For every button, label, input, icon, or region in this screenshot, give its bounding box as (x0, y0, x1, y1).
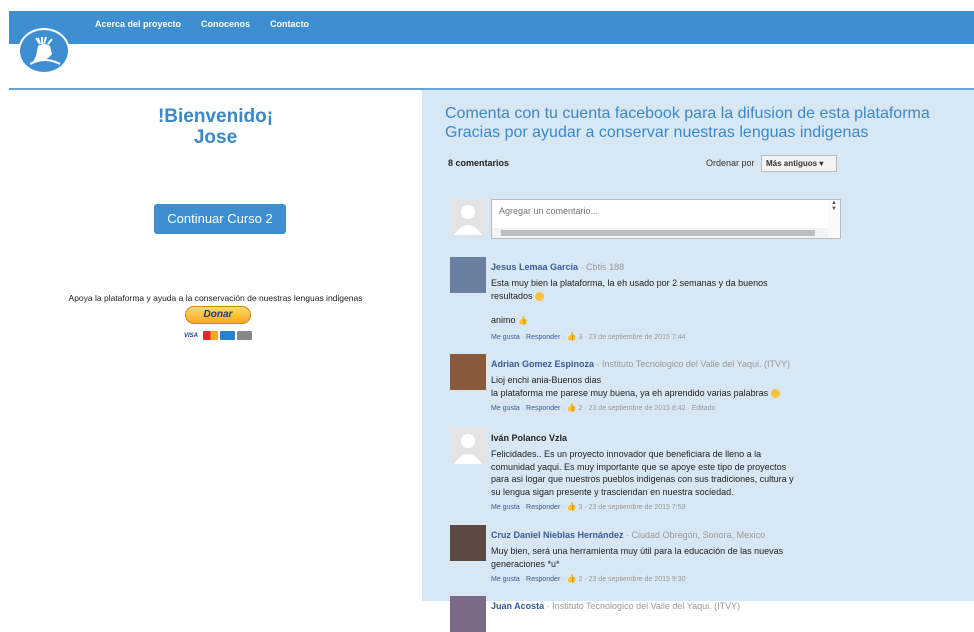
comment-prompt: Comenta con tu cuenta facebook para la d… (445, 104, 930, 142)
comment-line: la plataforma me parese muy buena, ya eh… (491, 387, 769, 398)
like-count: 2 (578, 576, 583, 583)
smile-emoji-icon (770, 388, 780, 398)
like-link[interactable]: Me gusta (491, 576, 520, 583)
comment-prompt-line2: Gracias por ayudar a conservar nuestras … (445, 124, 869, 141)
vertical-scrollbar[interactable]: ▲ ▼ (828, 200, 840, 238)
payment-cards: VISA (184, 331, 253, 340)
commenter-avatar[interactable] (450, 257, 486, 293)
nav-about-link[interactable]: Acerca del proyecto (95, 19, 181, 29)
site-logo[interactable] (18, 28, 70, 74)
comment-input[interactable] (492, 200, 828, 227)
nav-team-link[interactable]: Conocenos (201, 19, 250, 29)
horizontal-scrollbar[interactable] (492, 228, 828, 238)
edited-label: · Editado (685, 405, 716, 412)
like-link[interactable]: Me gusta (491, 334, 520, 341)
like-count: 2 (578, 405, 583, 412)
comment-compose-box: ▲▼ (491, 199, 841, 239)
comment-line: su lengua sigan presente y trasciendan e… (491, 486, 734, 497)
comment-line: Muy bien, será una herramienta muy útil … (491, 546, 784, 556)
reply-link[interactable]: Responder (526, 405, 560, 412)
comment-line: resultados (491, 290, 533, 301)
comment-author[interactable]: Juan Acosta (491, 601, 544, 611)
reply-link[interactable]: Responder (526, 504, 560, 511)
comment-meta: Me gusta · Responder · 👍 3 · 23 de septi… (491, 331, 686, 341)
deer-icon (29, 36, 61, 65)
comment-meta: Me gusta · Responder · 👍 2 · 23 de septi… (491, 403, 716, 412)
comment-affiliation: · Ciudad Obregón, Sonora, Mexico (623, 530, 766, 540)
comment-author[interactable]: Cruz Daniel Nieblas Hernández (491, 530, 624, 540)
comment-author[interactable]: Adrian Gomez Espinoza (491, 359, 594, 369)
comment-text: Felicidades.. Es un proyecto innovador q… (491, 448, 846, 498)
sort-dropdown[interactable]: Más antiguos ▾ (761, 155, 837, 172)
top-navbar: Acerca del proyecto Conocenos Contacto (9, 11, 974, 44)
like-count: 3 (578, 504, 583, 511)
mastercard-icon (203, 331, 219, 340)
comment-prompt-line1: Comenta con tu cuenta facebook para la d… (445, 105, 930, 122)
comment-line: para asi logar que nuestros pueblos indi… (491, 474, 794, 484)
nav-contact-link[interactable]: Contacto (270, 19, 309, 29)
comment-affiliation: · Cbtis 188 (578, 262, 625, 272)
comment-line: generaciones *u* (491, 558, 560, 569)
amex-icon (220, 331, 236, 340)
top-nav-links: Acerca del proyecto Conocenos Contacto (95, 19, 329, 29)
like-count-icon: 👍 (566, 502, 577, 511)
comment-line: Esta muy bien la plataforma, la eh usado… (491, 278, 768, 288)
comment-author[interactable]: Jesus Lemaa Garcia (491, 262, 578, 272)
like-link[interactable]: Me gusta (491, 405, 520, 412)
like-count: 3 (578, 333, 583, 341)
comment-affiliation: · Instituto Tecnologico del Valle del Ya… (594, 359, 790, 369)
like-count-icon: 👍 (566, 331, 577, 341)
default-avatar-icon (454, 205, 482, 235)
default-avatar-icon (454, 434, 482, 464)
welcome-panel: !Bienvenido¡ Jose Continuar Curso 2 Apoy… (9, 90, 422, 601)
welcome-heading: !Bienvenido¡ Jose (9, 106, 422, 148)
user-avatar (450, 199, 486, 235)
comment-date[interactable]: 23 de septiembre de 2015 7:53 (589, 504, 686, 511)
comment-text: Esta muy bien la plataforma, la eh usado… (491, 277, 846, 328)
commenter-avatar[interactable] (450, 525, 486, 561)
like-link[interactable]: Me gusta (491, 504, 520, 511)
commenter-avatar[interactable] (450, 596, 486, 632)
comment-text: Muy bien, será una herramienta muy útil … (491, 545, 846, 570)
user-name: Jose (193, 127, 238, 148)
comment-line: comunidad yaqui. Es muy importante que s… (491, 461, 787, 472)
card-icon (237, 331, 253, 340)
commenter-avatar[interactable] (450, 354, 486, 390)
reply-link[interactable]: Responder (526, 334, 560, 341)
welcome-title: !Bienvenido¡ (157, 106, 274, 127)
comment-date[interactable]: 23 de septiembre de 2015 9:30 (589, 576, 686, 583)
comment-text: Lioj enchi ania-Buenos dias la plataform… (491, 374, 846, 399)
like-count-icon: 👍 (566, 574, 577, 583)
comment-author[interactable]: Iván Polanco Vzla (491, 433, 567, 443)
visa-logo: VISA (184, 332, 199, 339)
comments-panel: Comenta con tu cuenta facebook para la d… (422, 90, 974, 632)
reply-link[interactable]: Responder (526, 576, 560, 583)
comment-date[interactable]: 23 de septiembre de 2015 8:42 (589, 405, 686, 412)
smile-emoji-icon (535, 291, 545, 301)
comment-line: animo (491, 315, 516, 325)
comment-meta: Me gusta · Responder · 👍 2 · 23 de septi… (491, 574, 686, 583)
support-text: Apoya la plataforma y ayuda a la conserv… (68, 293, 363, 303)
comment-line: Felicidades.. Es un proyecto innovador q… (491, 449, 762, 459)
comment-affiliation: · Instituto Tecnologico del Valle del Ya… (544, 601, 741, 611)
donate-button[interactable]: Donar (185, 306, 251, 324)
comment-meta: Me gusta · Responder · 👍 3 · 23 de septi… (491, 502, 686, 511)
comment-line: Lioj enchi ania-Buenos dias (491, 375, 602, 385)
like-count-icon: 👍 (566, 403, 577, 412)
scroll-thumb[interactable] (501, 230, 815, 236)
commenter-avatar[interactable] (450, 428, 486, 464)
comments-count: 8 comentarios (448, 158, 510, 168)
thumbs-up-icon: 👍 (518, 316, 528, 325)
continue-course-button[interactable]: Continuar Curso 2 (154, 204, 286, 234)
sort-label: Ordenar por (706, 158, 755, 168)
comment-date[interactable]: 23 de septiembre de 2015 7:44 (589, 334, 686, 341)
